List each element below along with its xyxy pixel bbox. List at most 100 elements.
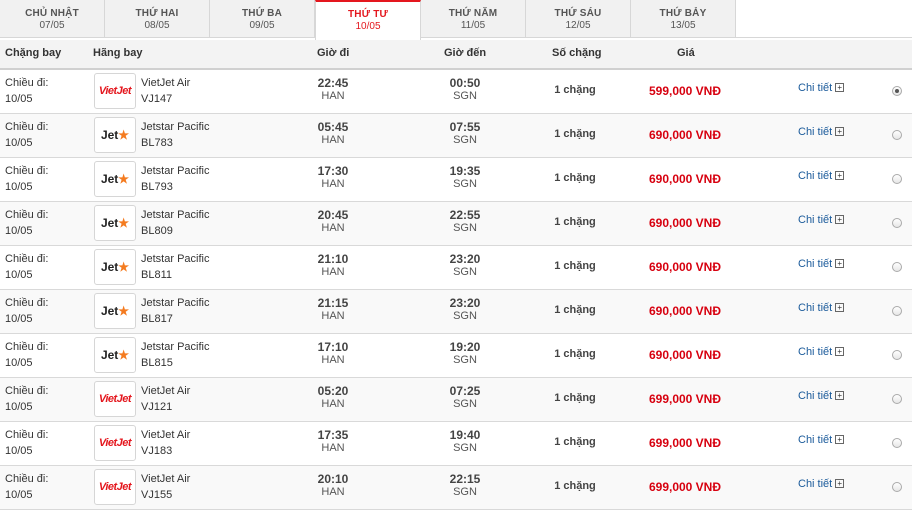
detail-label: Chi tiết	[798, 478, 833, 490]
depart-time: 17:10	[317, 340, 349, 354]
route-label: Chiều đi:	[5, 253, 49, 265]
depart-cell: 05:45 HAN	[303, 121, 363, 147]
tab-monday[interactable]: THỨ HAI 08/05	[105, 0, 210, 38]
tab-day-label: CHỦ NHẬT	[25, 8, 79, 19]
tab-day-label: THỨ HAI	[135, 8, 179, 19]
flight-row[interactable]: Chiều đi: 10/05 VietJet VietJet Air VJ18…	[0, 422, 912, 466]
flight-row[interactable]: Chiều đi: 10/05 Jet★ Jetstar Pacific BL8…	[0, 290, 912, 334]
flight-row[interactable]: Chiều đi: 10/05 VietJet VietJet Air VJ15…	[0, 466, 912, 510]
route-cell: Chiều đi: 10/05	[5, 471, 48, 503]
flight-code: BL811	[141, 269, 172, 281]
arrive-time: 07:55	[449, 120, 481, 134]
arrive-airport: SGN	[453, 310, 477, 322]
tab-sunday[interactable]: CHỦ NHẬT 07/05	[0, 0, 105, 38]
plus-icon: +	[835, 479, 845, 488]
arrive-cell: 19:35 SGN	[435, 165, 495, 191]
airline-name: Jetstar Pacific	[141, 121, 210, 133]
tab-friday[interactable]: THỨ SÁU 12/05	[526, 0, 631, 38]
stops-value: 1 chặng	[554, 84, 596, 96]
tab-wednesday[interactable]: THỨ TƯ 10/05	[315, 0, 421, 40]
tab-date-label: 13/05	[670, 20, 696, 31]
arrive-cell: 07:25 SGN	[435, 385, 495, 411]
airline-name: Jetstar Pacific	[141, 297, 210, 309]
select-radio[interactable]	[892, 482, 902, 492]
detail-link[interactable]: Chi tiết +	[798, 126, 845, 138]
price-value: 690,000 VNĐ	[648, 172, 722, 186]
route-date: 10/05	[5, 357, 33, 369]
tab-thursday[interactable]: THỨ NĂM 11/05	[421, 0, 526, 38]
depart-time: 17:30	[317, 164, 349, 178]
jetstar-logo-text: Jet	[100, 172, 119, 186]
depart-cell: 17:35 HAN	[303, 429, 363, 455]
flight-row[interactable]: Chiều đi: 10/05 Jet★ Jetstar Pacific BL8…	[0, 202, 912, 246]
results-header: Chặng bay Hãng bay Giờ đi Giờ đến Số chặ…	[0, 40, 912, 70]
vietjet-logo: VietJet	[94, 425, 136, 461]
price-value: 690,000 VNĐ	[648, 260, 722, 274]
flight-row[interactable]: Chiều đi: 10/05 Jet★ Jetstar Pacific BL7…	[0, 158, 912, 202]
flight-row[interactable]: Chiều đi: 10/05 Jet★ Jetstar Pacific BL8…	[0, 334, 912, 378]
arrive-airport: SGN	[453, 90, 477, 102]
jetstar-logo: Jet★	[94, 337, 136, 373]
route-label: Chiều đi:	[5, 77, 49, 89]
depart-cell: 05:20 HAN	[303, 385, 363, 411]
flight-row[interactable]: Chiều đi: 10/05 VietJet VietJet Air VJ12…	[0, 378, 912, 422]
detail-label: Chi tiết	[798, 258, 833, 270]
detail-link[interactable]: Chi tiết +	[798, 434, 845, 446]
detail-link[interactable]: Chi tiết +	[798, 170, 845, 182]
arrive-time: 23:20	[449, 296, 481, 310]
price-value: 690,000 VNĐ	[648, 304, 722, 318]
arrive-cell: 23:20 SGN	[435, 253, 495, 279]
select-radio[interactable]	[892, 130, 902, 140]
tab-day-label: THỨ SÁU	[554, 8, 602, 19]
header-depart: Giờ đi	[317, 47, 350, 59]
select-radio[interactable]	[892, 350, 902, 360]
detail-link[interactable]: Chi tiết +	[798, 258, 845, 270]
select-radio[interactable]	[892, 86, 902, 96]
detail-link[interactable]: Chi tiết +	[798, 82, 845, 94]
airline-name: VietJet Air	[141, 385, 191, 397]
header-airline: Hãng bay	[93, 47, 143, 59]
route-cell: Chiều đi: 10/05	[5, 427, 48, 459]
arrive-cell: 00:50 SGN	[435, 77, 495, 103]
select-radio[interactable]	[892, 174, 902, 184]
stops-value: 1 chặng	[554, 216, 596, 228]
select-radio[interactable]	[892, 306, 902, 316]
flight-code: BL783	[141, 137, 173, 149]
arrive-airport: SGN	[453, 266, 477, 278]
tab-saturday[interactable]: THỨ BẢY 13/05	[631, 0, 736, 38]
airline-cell: Jetstar Pacific BL811	[141, 251, 209, 283]
flight-row[interactable]: Chiều đi: 10/05 VietJet VietJet Air VJ14…	[0, 70, 912, 114]
depart-airport: HAN	[321, 442, 345, 454]
route-date: 10/05	[5, 401, 33, 413]
route-date: 10/05	[5, 489, 33, 501]
route-label: Chiều đi:	[5, 429, 49, 441]
route-label: Chiều đi:	[5, 297, 49, 309]
arrive-time: 22:55	[449, 208, 481, 222]
star-icon: ★	[118, 216, 130, 230]
select-radio[interactable]	[892, 438, 902, 448]
route-date: 10/05	[5, 269, 33, 281]
detail-label: Chi tiết	[798, 126, 833, 138]
detail-link[interactable]: Chi tiết +	[798, 214, 845, 226]
tab-tuesday[interactable]: THỨ BA 09/05	[210, 0, 315, 38]
date-tabs: CHỦ NHẬT 07/05 THỨ HAI 08/05 THỨ BA 09/0…	[0, 0, 912, 40]
arrive-airport: SGN	[453, 178, 477, 190]
arrive-cell: 19:20 SGN	[435, 341, 495, 367]
select-radio[interactable]	[892, 394, 902, 404]
detail-link[interactable]: Chi tiết +	[798, 478, 845, 490]
select-radio[interactable]	[892, 262, 902, 272]
depart-time: 05:20	[317, 384, 349, 398]
detail-link[interactable]: Chi tiết +	[798, 346, 845, 358]
tab-date-label: 09/05	[249, 20, 275, 31]
flight-row[interactable]: Chiều đi: 10/05 Jet★ Jetstar Pacific BL8…	[0, 246, 912, 290]
detail-link[interactable]: Chi tiết +	[798, 390, 845, 402]
header-route: Chặng bay	[5, 47, 62, 59]
select-radio[interactable]	[892, 218, 902, 228]
detail-link[interactable]: Chi tiết +	[798, 302, 845, 314]
flight-row[interactable]: Chiều đi: 10/05 Jet★ Jetstar Pacific BL7…	[0, 114, 912, 158]
route-label: Chiều đi:	[5, 385, 49, 397]
plus-icon: +	[835, 259, 845, 268]
route-cell: Chiều đi: 10/05	[5, 75, 48, 107]
tab-day-label: THỨ BA	[241, 8, 283, 19]
flight-code: BL817	[141, 313, 173, 325]
